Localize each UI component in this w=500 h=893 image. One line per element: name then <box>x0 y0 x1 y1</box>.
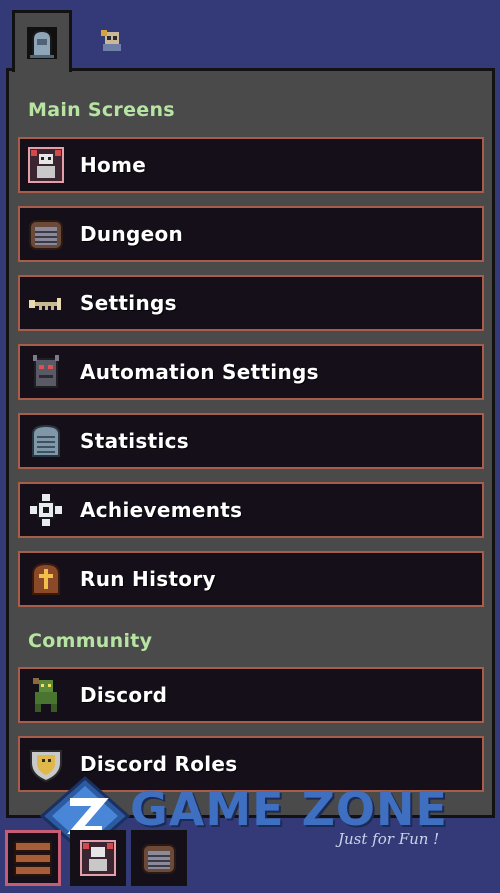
nav-automation-settings-button[interactable]: Automation Settings <box>18 344 484 400</box>
top-tab-strip <box>0 0 500 72</box>
key-icon <box>26 283 66 323</box>
home-shortcut-button[interactable] <box>70 830 126 886</box>
cross-emblem-icon <box>26 490 66 530</box>
section-title-main-screens: Main Screens <box>28 99 175 121</box>
navigation-panel: Main Screens Home Dungeon Settings Autom… <box>6 68 495 818</box>
nav-discord-label: Discord <box>80 683 168 707</box>
nav-achievements-button[interactable]: Achievements <box>18 482 484 538</box>
gravestone-icon <box>27 26 57 59</box>
hamburger-icon <box>14 841 52 876</box>
goblin-icon <box>26 675 66 715</box>
nav-achievements-label: Achievements <box>80 498 243 522</box>
robot-icon <box>26 352 66 392</box>
home-icon <box>80 840 116 876</box>
nav-statistics-label: Statistics <box>80 429 189 453</box>
nav-home-button[interactable]: Home <box>18 137 484 193</box>
dungeon-gate-icon <box>142 844 176 874</box>
nav-statistics-button[interactable]: Statistics <box>18 413 484 469</box>
tablet-icon <box>26 421 66 461</box>
section-title-community: Community <box>28 630 153 652</box>
nav-dungeon-button[interactable]: Dungeon <box>18 206 484 262</box>
bottom-toolbar <box>0 822 500 893</box>
character-icon <box>101 30 121 51</box>
dungeon-gate-icon <box>26 214 66 254</box>
nav-automation-settings-label: Automation Settings <box>80 360 319 384</box>
tab-character[interactable] <box>82 10 142 72</box>
nav-settings-label: Settings <box>80 291 177 315</box>
nav-run-history-button[interactable]: Run History <box>18 551 484 607</box>
home-icon <box>26 145 66 185</box>
tab-menu[interactable] <box>12 10 72 72</box>
nav-settings-button[interactable]: Settings <box>18 275 484 331</box>
nav-discord-button[interactable]: Discord <box>18 667 484 723</box>
nav-run-history-label: Run History <box>80 567 216 591</box>
menu-toggle-button[interactable] <box>5 830 61 886</box>
tombstone-cross-icon <box>26 559 66 599</box>
nav-home-label: Home <box>80 153 147 177</box>
nav-dungeon-label: Dungeon <box>80 222 184 246</box>
dungeon-shortcut-button[interactable] <box>131 830 187 886</box>
